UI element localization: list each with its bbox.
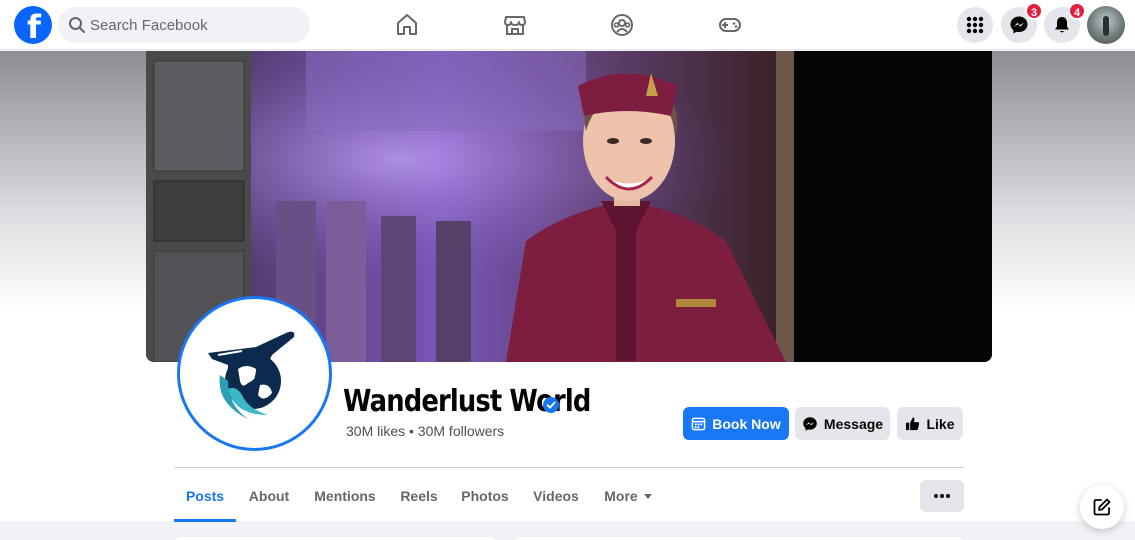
messenger-badge: 3 [1025, 2, 1043, 20]
book-now-button[interactable]: Book Now [683, 407, 789, 440]
like-button[interactable]: Like [897, 407, 963, 440]
gaming-icon[interactable] [716, 11, 744, 39]
tab-reels[interactable]: Reels [394, 470, 444, 522]
profile-picture[interactable] [177, 296, 332, 451]
tab-more[interactable]: More [598, 470, 658, 522]
home-icon[interactable] [393, 11, 421, 39]
thumbs-up-icon [906, 417, 920, 431]
new-message-button[interactable] [1080, 485, 1124, 529]
chevron-down-icon [643, 494, 652, 499]
notifications-button[interactable]: 4 [1044, 2, 1086, 43]
message-button[interactable]: Message [795, 407, 890, 440]
facebook-logo-icon[interactable]: f [14, 6, 52, 44]
search-input[interactable] [90, 7, 300, 43]
like-label: Like [926, 415, 955, 432]
tab-videos[interactable]: Videos [528, 470, 584, 522]
more-options-button[interactable] [920, 480, 964, 512]
search-box[interactable] [58, 7, 310, 43]
message-label: Message [823, 415, 884, 432]
verified-badge-icon [543, 397, 559, 413]
header-divider [174, 467, 964, 468]
likes-followers-count[interactable]: 30M likes • 30M followers [346, 423, 504, 439]
tab-photos[interactable]: Photos [456, 470, 514, 522]
airplane-globe-logo [208, 331, 295, 419]
tab-mentions[interactable]: Mentions [308, 470, 382, 522]
bell-icon [1055, 17, 1069, 33]
messenger-button[interactable]: 3 [1001, 2, 1043, 43]
search-icon [69, 17, 85, 33]
account-avatar[interactable] [1087, 6, 1125, 44]
compose-icon [1093, 498, 1111, 516]
messenger-icon [1010, 16, 1028, 34]
tab-posts[interactable]: Posts [174, 470, 236, 522]
logo-letter: f [27, 8, 41, 46]
top-navigation-bar: f 3 [0, 0, 1135, 50]
profile-tabs: Posts About Mentions Reels Photos Videos… [174, 470, 964, 522]
groups-icon[interactable] [608, 11, 636, 39]
dot [946, 494, 950, 498]
tab-about[interactable]: About [240, 470, 298, 522]
calendar-icon [691, 417, 706, 431]
marketplace-icon[interactable] [501, 11, 529, 39]
menu-button[interactable] [957, 7, 993, 43]
dot [940, 494, 944, 498]
dot [934, 494, 938, 498]
book-now-label: Book Now [712, 415, 781, 432]
notifications-badge: 4 [1068, 2, 1086, 20]
grid-menu-icon [966, 16, 984, 34]
messenger-icon [803, 416, 817, 431]
